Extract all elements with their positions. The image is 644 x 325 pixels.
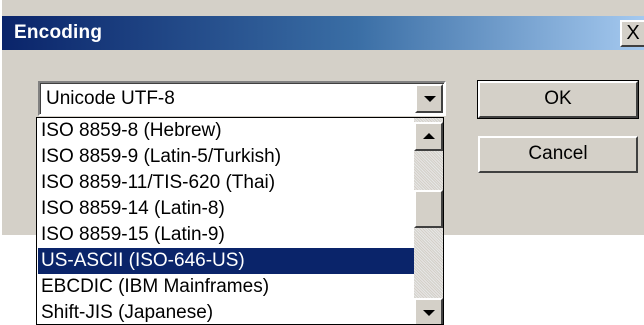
combo-selected-value: Unicode UTF-8 [46, 88, 175, 109]
dropdown-button[interactable] [415, 84, 443, 113]
list-item[interactable]: Shift-JIS (Japanese) [38, 300, 414, 324]
list-item[interactable]: ISO 8859-15 (Latin-9) [38, 222, 414, 248]
list-item[interactable]: ISO 8859-8 (Hebrew) [38, 118, 414, 144]
close-button[interactable]: X [620, 20, 644, 47]
encoding-dropdown-list[interactable]: ISO 8859-8 (Hebrew) ISO 8859-9 (Latin-5/… [36, 117, 444, 325]
cancel-button[interactable]: Cancel [478, 136, 638, 173]
scroll-down-button[interactable] [414, 298, 443, 324]
encoding-combobox[interactable]: Unicode UTF-8 [38, 81, 446, 116]
chevron-down-icon [423, 310, 435, 316]
scroll-up-button[interactable] [414, 122, 443, 151]
list-item-selected[interactable]: US-ASCII (ISO-646-US) [38, 248, 414, 274]
list-item[interactable]: ISO 8859-14 (Latin-8) [38, 196, 414, 222]
chevron-up-icon [423, 133, 435, 139]
scroll-thumb[interactable] [414, 190, 443, 228]
dialog-title: Encoding [14, 22, 103, 43]
chevron-down-icon [424, 96, 436, 102]
list-item[interactable]: EBCDIC (IBM Mainframes) [38, 274, 414, 300]
list-item[interactable]: ISO 8859-9 (Latin-5/Turkish) [38, 144, 414, 170]
vertical-scrollbar[interactable] [414, 118, 443, 324]
title-bar[interactable]: Encoding [2, 16, 644, 50]
ok-button[interactable]: OK [477, 80, 639, 119]
list-item[interactable]: ISO 8859-11/TIS-620 (Thai) [38, 170, 414, 196]
